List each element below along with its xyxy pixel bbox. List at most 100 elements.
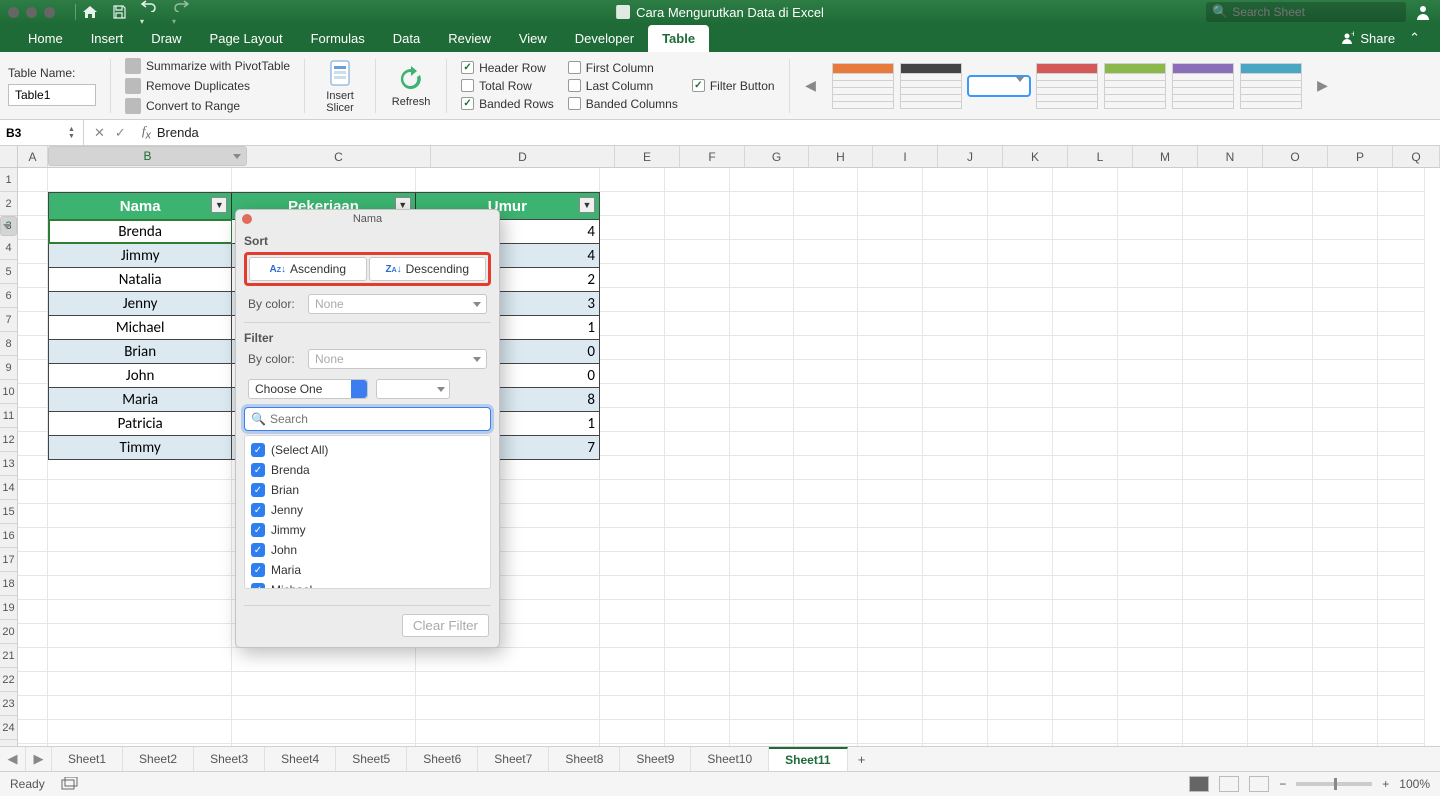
filter-item[interactable]: ✓Michael: [251, 580, 484, 589]
col-header-D[interactable]: D: [431, 146, 615, 167]
zoom-level[interactable]: 100%: [1399, 777, 1430, 791]
filter-item[interactable]: ✓Brian: [251, 480, 484, 500]
insert-slicer-button[interactable]: Insert Slicer: [319, 58, 361, 114]
ribbon-tab-review[interactable]: Review: [434, 25, 505, 52]
sheet-tab-sheet2[interactable]: Sheet2: [123, 747, 194, 771]
sheet-tab-sheet7[interactable]: Sheet7: [478, 747, 549, 771]
view-normal-button[interactable]: [1189, 776, 1209, 792]
col-header-C[interactable]: C: [247, 146, 431, 167]
row-header-22[interactable]: 22: [0, 668, 17, 692]
sheet-nav-next[interactable]: ▶: [26, 747, 52, 771]
row-header-15[interactable]: 15: [0, 500, 17, 524]
sheet-tab-sheet6[interactable]: Sheet6: [407, 747, 478, 771]
filter-item[interactable]: ✓Jenny: [251, 500, 484, 520]
table-style-thumb[interactable]: [1036, 63, 1098, 109]
row-header-19[interactable]: 19: [0, 596, 17, 620]
row-header-6[interactable]: 6: [0, 284, 17, 308]
select-all-corner[interactable]: [0, 146, 18, 168]
remove-duplicates-button[interactable]: Remove Duplicates: [125, 78, 290, 94]
filter-item[interactable]: ✓John: [251, 540, 484, 560]
sort-ascending-button[interactable]: AZ↓Ascending: [249, 257, 367, 281]
popup-close[interactable]: [242, 214, 252, 224]
table-style-thumb[interactable]: [1104, 63, 1166, 109]
row-header-21[interactable]: 21: [0, 644, 17, 668]
ribbon-tab-formulas[interactable]: Formulas: [297, 25, 379, 52]
table-cell[interactable]: Patricia: [49, 412, 232, 435]
table-style-thumb[interactable]: [1240, 63, 1302, 109]
col-header-O[interactable]: O: [1263, 146, 1328, 167]
add-sheet-button[interactable]: +: [848, 747, 876, 771]
filter-dropdown-umur[interactable]: ▼: [579, 197, 595, 213]
row-header-16[interactable]: 16: [0, 524, 17, 548]
row-header-13[interactable]: 13: [0, 452, 17, 476]
col-header-K[interactable]: K: [1003, 146, 1068, 167]
summarize-pivot-button[interactable]: Summarize with PivotTable: [125, 58, 290, 74]
view-pagebreak-button[interactable]: [1249, 776, 1269, 792]
minimize-dot[interactable]: [26, 7, 37, 18]
row-header-1[interactable]: 1: [0, 168, 17, 192]
row-header-11[interactable]: 11: [0, 404, 17, 428]
share-button[interactable]: + Share ⌃: [1334, 30, 1426, 52]
ribbon-tab-developer[interactable]: Developer: [561, 25, 648, 52]
filter-search-input[interactable]: [270, 412, 484, 426]
col-header-B[interactable]: B: [48, 146, 247, 166]
col-header-F[interactable]: F: [680, 146, 745, 167]
clear-filter-button[interactable]: Clear Filter: [402, 614, 489, 637]
ribbon-tab-view[interactable]: View: [505, 25, 561, 52]
col-header-N[interactable]: N: [1198, 146, 1263, 167]
view-layout-button[interactable]: [1219, 776, 1239, 792]
row-header-2[interactable]: 2: [0, 192, 17, 216]
name-box-input[interactable]: [0, 126, 60, 140]
col-header-Q[interactable]: Q: [1393, 146, 1440, 167]
table-cell[interactable]: Timmy: [49, 436, 232, 459]
zoom-out-button[interactable]: −: [1279, 777, 1286, 791]
col-header-A[interactable]: A: [18, 146, 48, 167]
filter-by-color-select[interactable]: None: [308, 349, 487, 369]
col-header-G[interactable]: G: [745, 146, 809, 167]
chk-banded-columns[interactable]: Banded Columns: [568, 97, 678, 111]
col-header-I[interactable]: I: [873, 146, 938, 167]
sheet-tab-sheet10[interactable]: Sheet10: [691, 747, 769, 771]
cancel-icon[interactable]: ✕: [94, 125, 105, 141]
row-header-7[interactable]: 7: [0, 308, 17, 332]
table-cell[interactable]: Brian: [49, 340, 232, 363]
row-header-10[interactable]: 10: [0, 380, 17, 404]
col-header-P[interactable]: P: [1328, 146, 1393, 167]
zoom-in-button[interactable]: +: [1382, 777, 1389, 791]
filter-item[interactable]: ✓Maria: [251, 560, 484, 580]
save-icon[interactable]: [112, 5, 126, 19]
row-header-8[interactable]: 8: [0, 332, 17, 356]
row-header-5[interactable]: 5: [0, 260, 17, 284]
name-box[interactable]: ▲▼: [0, 120, 84, 145]
sheet-tab-sheet1[interactable]: Sheet1: [52, 747, 123, 771]
chk-last-column[interactable]: Last Column: [568, 79, 678, 93]
sheet-tab-sheet5[interactable]: Sheet5: [336, 747, 407, 771]
sheet-tab-sheet3[interactable]: Sheet3: [194, 747, 265, 771]
confirm-icon[interactable]: ✓: [115, 125, 126, 141]
gallery-next[interactable]: ▶: [1316, 77, 1330, 94]
chk-first-column[interactable]: First Column: [568, 61, 678, 75]
chk-banded-rows[interactable]: Banded Rows: [461, 97, 554, 111]
row-header-24[interactable]: 24: [0, 716, 17, 740]
col-header-E[interactable]: E: [615, 146, 680, 167]
table-name-input[interactable]: [8, 84, 96, 106]
zoom-slider[interactable]: [1296, 782, 1372, 786]
chk-filter-button[interactable]: Filter Button: [692, 79, 775, 93]
table-cell[interactable]: John: [49, 364, 232, 387]
filter-condition-select[interactable]: Choose One▼: [248, 379, 368, 399]
row-header-12[interactable]: 12: [0, 428, 17, 452]
row-header-23[interactable]: 23: [0, 692, 17, 716]
ribbon-tab-table[interactable]: Table: [648, 25, 709, 52]
redo-icon[interactable]: ▾: [172, 0, 190, 27]
col-header-J[interactable]: J: [938, 146, 1003, 167]
table-cell[interactable]: Maria: [49, 388, 232, 411]
row-header-17[interactable]: 17: [0, 548, 17, 572]
filter-list[interactable]: ✓(Select All)✓Brenda✓Brian✓Jenny✓Jimmy✓J…: [244, 435, 491, 589]
row-header-20[interactable]: 20: [0, 620, 17, 644]
filter-item[interactable]: ✓Jimmy: [251, 520, 484, 540]
col-header-L[interactable]: L: [1068, 146, 1133, 167]
search-sheet[interactable]: 🔍: [1206, 2, 1406, 22]
table-cell[interactable]: Michael: [49, 316, 232, 339]
filter-value-select[interactable]: [376, 379, 450, 399]
home-icon[interactable]: [82, 5, 98, 19]
